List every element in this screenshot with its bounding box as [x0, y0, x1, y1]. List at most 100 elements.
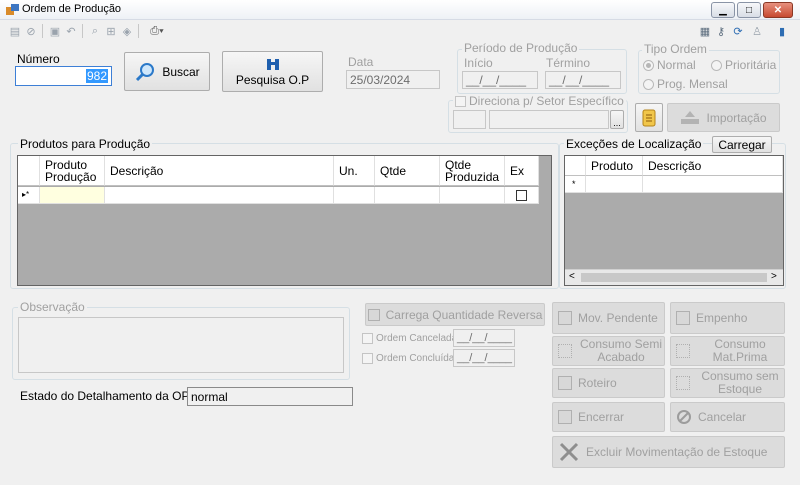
ordem-concluida-checkbox[interactable]: Ordem Concluída: [362, 353, 454, 364]
numero-value: 982: [85, 69, 108, 83]
ordem-concluida-date[interactable]: __/__/____: [453, 349, 515, 367]
setor-lookup-button[interactable]: ...: [610, 110, 624, 129]
tipo-ordem-title: Tipo Ordem: [642, 42, 709, 56]
row-selector[interactable]: ▸*: [18, 187, 40, 204]
user-icon[interactable]: ♙: [750, 25, 764, 38]
close-button[interactable]: ✕: [763, 2, 793, 18]
data-field[interactable]: 25/03/2024: [346, 70, 440, 89]
new-icon[interactable]: ▤: [8, 25, 22, 38]
ordem-cancelada-checkbox[interactable]: Ordem Cancelada: [362, 333, 457, 344]
minimize-button[interactable]: ▁: [711, 2, 735, 18]
ex-checkbox[interactable]: [516, 189, 527, 201]
ordem-cancelada-check-box: [362, 333, 373, 344]
title-bar: Ordem de Produção ▁ □ ✕: [0, 0, 800, 20]
estado-field[interactable]: normal: [187, 387, 353, 406]
mov-pendente-button[interactable]: Mov. Pendente: [552, 302, 665, 334]
col-qtde[interactable]: Qtde: [375, 156, 440, 186]
carregar-button[interactable]: Carregar: [712, 136, 772, 153]
cell-produto-producao[interactable]: [40, 187, 105, 204]
ordem-cancelada-date[interactable]: __/__/____: [453, 329, 515, 347]
direciona-checkbox[interactable]: Direciona p/ Setor Específico: [453, 94, 626, 108]
col-descricao[interactable]: Descrição: [105, 156, 334, 186]
list-icon: [558, 344, 572, 358]
observacao-textarea[interactable]: [18, 317, 344, 373]
search-icon[interactable]: ⌕: [88, 25, 102, 37]
radio-prog-mensal-label: Prog. Mensal: [657, 77, 728, 91]
pesquisa-op-button[interactable]: Pesquisa O.P: [222, 51, 323, 92]
col-qtde-produzida[interactable]: Qtde Produzida: [440, 156, 505, 186]
termino-input[interactable]: __/__/____: [545, 71, 621, 89]
setor-name-input[interactable]: [489, 110, 609, 129]
horizontal-scrollbar[interactable]: < >: [565, 269, 783, 285]
close-document-icon: [558, 410, 572, 424]
radio-normal-label: Normal: [657, 58, 696, 72]
cell-un[interactable]: [334, 187, 375, 204]
empenho-button[interactable]: Empenho: [670, 302, 785, 334]
cell-ex[interactable]: [505, 187, 539, 204]
observacao-title: Observação: [18, 300, 87, 314]
consumo-sem-estoque-button[interactable]: Consumo sem Estoque: [670, 368, 785, 398]
magnifier-icon: [136, 62, 155, 81]
buscar-button[interactable]: Buscar: [124, 52, 210, 91]
key-icon[interactable]: ⚷: [714, 25, 728, 38]
toolbar-separator: [42, 24, 43, 38]
importacao-button[interactable]: Importação: [667, 103, 780, 132]
undo-icon[interactable]: ↶: [64, 25, 78, 38]
scrollbar-thumb[interactable]: [581, 273, 767, 282]
radio-normal[interactable]: Normal: [643, 58, 696, 72]
col-un[interactable]: Un.: [334, 156, 375, 186]
cancelar-button[interactable]: Cancelar: [670, 402, 785, 432]
cell-descricao[interactable]: [643, 176, 783, 193]
numero-input[interactable]: 982: [15, 66, 112, 86]
excluir-movimentacao-button[interactable]: Excluir Movimentação de Estoque: [552, 436, 785, 468]
setor-code-input[interactable]: [453, 110, 486, 129]
produtos-grid[interactable]: Produto Produção Descrição Un. Qtde Qtde…: [17, 155, 552, 286]
scroll-left-icon[interactable]: <: [569, 271, 575, 282]
row-header-corner: [18, 156, 40, 186]
carrega-reversa-button[interactable]: Carrega Quantidade Reversa: [365, 303, 545, 326]
radio-prioritaria[interactable]: Prioritária: [711, 58, 776, 72]
table-row[interactable]: *: [565, 176, 783, 193]
col-produto-producao[interactable]: Produto Produção: [40, 156, 105, 186]
table-row[interactable]: ▸*: [18, 187, 539, 204]
periodo-title: Período de Produção: [462, 41, 580, 55]
scroll-document-button[interactable]: [635, 103, 663, 132]
consumo-mat-button[interactable]: Consumo Mat.Prima: [670, 336, 785, 366]
inicio-label: Início: [464, 56, 493, 70]
cancel-icon[interactable]: ⊘: [24, 25, 38, 38]
radio-prog-mensal[interactable]: Prog. Mensal: [643, 77, 728, 91]
consumo-semi-label: Consumo Semi Acabado: [579, 337, 663, 364]
route-icon: [558, 376, 572, 390]
refresh-icon[interactable]: ⟳: [731, 25, 745, 38]
encerrar-button[interactable]: Encerrar: [552, 402, 665, 432]
cell-produto[interactable]: [586, 176, 643, 193]
calculator-icon[interactable]: ▦: [698, 25, 712, 38]
eraser-icon[interactable]: ◈: [120, 25, 134, 38]
empenho-label: Empenho: [696, 311, 748, 325]
col-descricao[interactable]: Descrição: [643, 156, 783, 176]
exit-icon[interactable]: ▮: [775, 25, 789, 38]
consumo-semi-button[interactable]: Consumo Semi Acabado: [552, 336, 665, 366]
data-label: Data: [348, 55, 374, 69]
toolbar-separator: [82, 24, 83, 38]
cell-descricao[interactable]: [105, 187, 334, 204]
radio-normal-indicator: [643, 60, 654, 71]
inicio-input[interactable]: __/__/____: [462, 71, 538, 89]
save-icon[interactable]: ▣: [48, 25, 62, 38]
import-icon: [681, 110, 700, 124]
grid-icon[interactable]: ⊞: [104, 25, 118, 38]
col-ex[interactable]: Ex: [505, 156, 539, 186]
roteiro-label: Roteiro: [578, 376, 617, 390]
cell-qtde[interactable]: [375, 187, 440, 204]
excecoes-grid[interactable]: Produto Descrição * < >: [564, 155, 784, 286]
buscar-label: Buscar: [162, 64, 200, 79]
pesquisa-op-label: Pesquisa O.P: [235, 72, 310, 87]
maximize-button[interactable]: □: [737, 2, 761, 18]
scroll-right-icon[interactable]: >: [771, 271, 777, 282]
radio-prioritaria-label: Prioritária: [725, 58, 777, 72]
cell-qtde-produzida[interactable]: [440, 187, 505, 204]
roteiro-button[interactable]: Roteiro: [552, 368, 665, 398]
print-icon[interactable]: ⎙▾: [146, 25, 168, 37]
col-produto[interactable]: Produto: [586, 156, 643, 176]
row-selector[interactable]: *: [565, 176, 586, 193]
